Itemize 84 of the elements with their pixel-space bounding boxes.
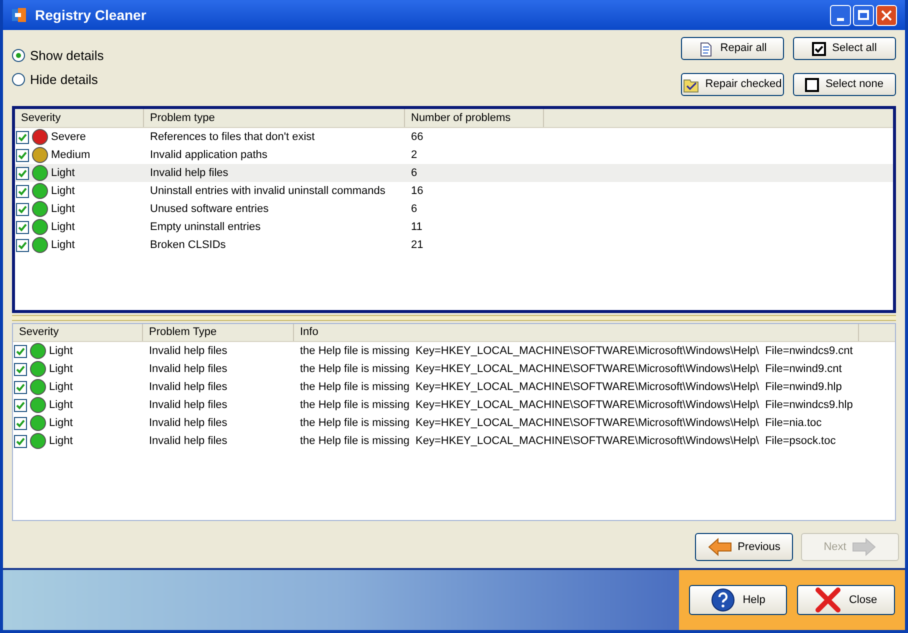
table-cell-text: Invalid help files — [149, 166, 230, 181]
table-cell-text: 6 — [410, 166, 418, 181]
table-cell-text: Invalid help files — [148, 344, 228, 359]
previous-button[interactable]: Previous — [695, 533, 793, 561]
checkbox[interactable] — [16, 130, 29, 144]
checkbox[interactable] — [16, 184, 29, 198]
action-button[interactable]: Select none — [793, 73, 896, 96]
close-icon — [881, 10, 892, 20]
checkbox[interactable] — [14, 344, 27, 358]
checkbox[interactable] — [16, 238, 29, 252]
table-cell-text: the Help file is missing Key=HKEY_LOCAL_MACHINE\SOFTWARE\Microsoft\Windows\Help\ File=nwind9.cnt — [299, 362, 843, 377]
radio-label[interactable]: Hide details — [30, 70, 98, 89]
table-cell-text: Severe — [51, 130, 86, 145]
checkbox[interactable] — [14, 362, 27, 376]
table-cell-text: Light — [49, 344, 73, 359]
empty-box-icon — [805, 78, 820, 92]
table-cell-text: the Help file is missing Key=HKEY_LOCAL_MACHINE\SOFTWARE\Microsoft\Windows\Help\ File=psock.toc — [299, 434, 837, 449]
table-cell-text: the Help file is missing Key=HKEY_LOCAL_MACHINE\SOFTWARE\Microsoft\Windows\Help\ File=nia.toc — [299, 416, 823, 431]
checkbox[interactable] — [16, 202, 29, 216]
radio-label[interactable]: Show details — [30, 46, 104, 66]
radio-button[interactable] — [12, 49, 25, 62]
help-icon — [710, 588, 735, 612]
table-cell-text: Light — [49, 362, 73, 377]
close-icon — [814, 587, 841, 613]
action-button[interactable]: Repair checked — [681, 73, 784, 96]
table-cell-text: Light — [51, 220, 75, 235]
table-cell-text: Light — [49, 434, 73, 449]
table-cell-text: Invalid help files — [148, 380, 228, 395]
table-cell-text: Invalid help files — [148, 398, 228, 413]
document-icon — [698, 40, 714, 56]
table-cell-text: Light — [51, 202, 75, 217]
checkbox[interactable] — [14, 398, 27, 412]
table-cell-text: Broken CLSIDs — [149, 238, 227, 253]
table-cell-text: Medium — [51, 148, 90, 163]
column-header[interactable]: Info — [294, 324, 859, 341]
table-cell-text: Light — [49, 398, 73, 413]
table-cell-text: Invalid help files — [148, 362, 228, 377]
table-cell-text: Empty uninstall entries — [149, 220, 262, 235]
checkbox[interactable] — [14, 416, 27, 430]
close-button[interactable] — [876, 4, 897, 26]
checkbox[interactable] — [16, 166, 29, 180]
checkbox[interactable] — [14, 380, 27, 394]
checkbox[interactable] — [16, 220, 29, 234]
help-button[interactable]: Help — [689, 585, 787, 615]
column-header[interactable]: Severity — [15, 109, 144, 127]
checkbox[interactable] — [14, 434, 27, 448]
maximize-button[interactable] — [853, 4, 874, 26]
table-row[interactable]: Light Invalid help files 6 — [15, 164, 893, 182]
table-cell-text: 2 — [410, 148, 418, 163]
table-cell-text: Unused software entries — [149, 202, 270, 217]
table-cell-text: 16 — [410, 184, 424, 199]
column-header[interactable]: Severity — [13, 324, 143, 341]
column-header[interactable]: Problem type — [144, 109, 405, 127]
table-cell-text: Invalid application paths — [149, 148, 268, 163]
table-cell-text: Light — [51, 238, 75, 253]
table-cell-text: 11 — [410, 220, 424, 235]
table-cell-text: the Help file is missing Key=HKEY_LOCAL_MACHINE\SOFTWARE\Microsoft\Windows\Help\ File=nwindcs9.hlp — [299, 398, 854, 413]
left-arrow-icon — [708, 538, 732, 556]
table-cell-text: the Help file is missing Key=HKEY_LOCAL_MACHINE\SOFTWARE\Microsoft\Windows\Help\ File=nwindcs9.cnt — [299, 344, 854, 359]
app-icon — [11, 7, 27, 23]
radio-button[interactable] — [12, 72, 25, 86]
checked-box-icon — [812, 42, 826, 56]
table-cell-text: Light — [51, 184, 75, 199]
checkbox[interactable] — [16, 148, 29, 162]
minimize-button[interactable] — [830, 4, 851, 26]
table-cell-text: Invalid help files — [148, 416, 228, 431]
window-title: Registry Cleaner — [35, 6, 146, 25]
table-cell-text: 6 — [410, 202, 418, 217]
folder-check-icon — [683, 76, 700, 92]
action-button[interactable]: Select all — [793, 37, 896, 60]
table-cell-text: Light — [49, 380, 73, 395]
table-cell-text: the Help file is missing Key=HKEY_LOCAL_MACHINE\SOFTWARE\Microsoft\Windows\Help\ File=nwind9.hlp — [299, 380, 843, 395]
column-header[interactable]: Number of problems — [405, 109, 544, 127]
table-cell-text: Uninstall entries with invalid uninstall commands — [149, 184, 386, 199]
table-cell-text: 66 — [410, 130, 424, 145]
table-cell-text: Light — [49, 416, 73, 431]
table-cell-text: Invalid help files — [148, 434, 228, 449]
table-cell-text: Light — [51, 166, 75, 181]
right-arrow-icon — [852, 538, 876, 556]
table-cell-text: References to files that don't exist — [149, 130, 316, 145]
column-header[interactable]: Problem Type — [143, 324, 294, 341]
action-button[interactable]: Repair all — [681, 37, 784, 60]
close-button[interactable]: Close — [797, 585, 895, 615]
table-cell-text: 21 — [410, 238, 424, 253]
